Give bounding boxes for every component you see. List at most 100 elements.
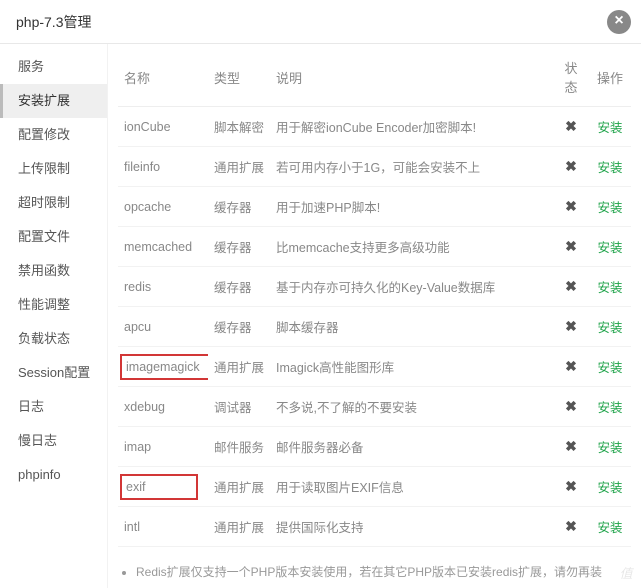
install-button[interactable]: 安装 — [597, 361, 622, 375]
note-item: Redis扩展仅支持一个PHP版本安装使用，若在其它PHP版本已安装redis扩… — [136, 561, 627, 584]
sidebar-item-label: Session配置 — [18, 365, 90, 380]
sidebar-item-11[interactable]: 慢日志 — [0, 424, 107, 458]
sidebar-item-label: 安装扩展 — [18, 93, 70, 108]
ext-name: opcache — [124, 200, 171, 214]
ext-name: exif — [120, 474, 198, 500]
modal-title: php-7.3管理 — [16, 14, 91, 30]
sidebar-item-label: 禁用函数 — [18, 263, 70, 278]
ext-desc: 用于解密ionCube Encoder加密脚本! — [270, 107, 553, 147]
x-icon: ✖ — [565, 438, 577, 454]
sidebar-item-label: 日志 — [18, 399, 44, 414]
ext-desc: 比memcache支持更多高级功能 — [270, 227, 553, 267]
sidebar-item-1[interactable]: 安装扩展 — [0, 84, 107, 118]
ext-type: 邮件服务 — [208, 427, 270, 467]
x-icon: ✖ — [565, 238, 577, 254]
ext-desc: 用于加速PHP脚本! — [270, 187, 553, 227]
table-row: redis 缓存器基于内存亦可持久化的Key-Value数据库 ✖ 安装 — [118, 267, 631, 307]
ext-desc: 脚本缓存器 — [270, 307, 553, 347]
x-icon: ✖ — [565, 158, 577, 174]
sidebar-item-5[interactable]: 配置文件 — [0, 220, 107, 254]
install-button[interactable]: 安装 — [597, 321, 622, 335]
sidebar-item-label: 慢日志 — [18, 433, 57, 448]
sidebar-item-label: 性能调整 — [18, 297, 70, 312]
close-icon[interactable]: × — [607, 10, 631, 34]
table-row: imap 邮件服务邮件服务器必备 ✖ 安装 — [118, 427, 631, 467]
install-button[interactable]: 安装 — [597, 481, 622, 495]
sidebar: 服务安装扩展配置修改上传限制超时限制配置文件禁用函数性能调整负载状态 Sessio… — [0, 44, 108, 588]
table-row: fileinfo 通用扩展若可用内存小于1G，可能会安装不上 ✖ 安装 — [118, 147, 631, 187]
ext-name: ionCube — [124, 120, 171, 134]
ext-type: 缓存器 — [208, 227, 270, 267]
main-panel: 名称 类型 说明 状态 操作 ionCube 脚本解密用于解密ionCube En… — [108, 44, 641, 588]
install-button[interactable]: 安装 — [597, 121, 622, 135]
ext-type: 通用扩展 — [208, 147, 270, 187]
x-icon: ✖ — [565, 478, 577, 494]
install-button[interactable]: 安装 — [597, 241, 622, 255]
ext-type: 通用扩展 — [208, 467, 270, 507]
ext-name: redis — [124, 280, 151, 294]
sidebar-item-label: 上传限制 — [18, 161, 70, 176]
th-name: 名称 — [118, 44, 208, 107]
x-icon: ✖ — [565, 118, 577, 134]
install-button[interactable]: 安装 — [597, 521, 622, 535]
ext-desc: 用于读取图片EXIF信息 — [270, 467, 553, 507]
x-icon: ✖ — [565, 278, 577, 294]
sidebar-item-label: 服务 — [18, 59, 44, 74]
x-icon: ✖ — [565, 358, 577, 374]
sidebar-item-12[interactable]: phpinfo — [0, 458, 107, 492]
th-desc: 说明 — [270, 44, 553, 107]
php-manage-modal: php-7.3管理 × 服务安装扩展配置修改上传限制超时限制配置文件禁用函数性能… — [0, 0, 641, 588]
th-action: 操作 — [589, 44, 631, 107]
ext-name: fileinfo — [124, 160, 160, 174]
install-button[interactable]: 安装 — [597, 161, 622, 175]
install-button[interactable]: 安装 — [597, 281, 622, 295]
sidebar-item-3[interactable]: 上传限制 — [0, 152, 107, 186]
sidebar-item-6[interactable]: 禁用函数 — [0, 254, 107, 288]
sidebar-item-10[interactable]: 日志 — [0, 390, 107, 424]
x-icon: ✖ — [565, 318, 577, 334]
table-row: xdebug调试器不多说,不了解的不要安装✖安装 — [118, 387, 631, 427]
sidebar-item-label: 配置修改 — [18, 127, 70, 142]
table-row: exif 通用扩展用于读取图片EXIF信息 ✖ 安装 — [118, 467, 631, 507]
table-row: memcached 缓存器比memcache支持更多高级功能 ✖ 安装 — [118, 227, 631, 267]
ext-name: apcu — [124, 320, 151, 334]
sidebar-item-2[interactable]: 配置修改 — [0, 118, 107, 152]
sidebar-item-9[interactable]: Session配置 — [0, 356, 107, 390]
ext-name: imap — [124, 440, 151, 454]
ext-desc: 基于内存亦可持久化的Key-Value数据库 — [270, 267, 553, 307]
ext-desc: 提供国际化支持 — [270, 507, 553, 547]
install-button[interactable]: 安装 — [597, 201, 622, 215]
ext-desc: 若可用内存小于1G，可能会安装不上 — [270, 147, 553, 187]
ext-name: intl — [124, 520, 140, 534]
sidebar-item-8[interactable]: 负载状态 — [0, 322, 107, 356]
sidebar-item-label: 配置文件 — [18, 229, 70, 244]
sidebar-item-7[interactable]: 性能调整 — [0, 288, 107, 322]
ext-type: 调试器 — [208, 387, 270, 427]
ext-type: 通用扩展 — [208, 507, 270, 547]
table-row: ionCube 脚本解密用于解密ionCube Encoder加密脚本! ✖ 安装 — [118, 107, 631, 147]
install-button[interactable]: 安装 — [597, 441, 622, 455]
table-row: imagemagick通用扩展Imagick高性能图形库✖安装 — [118, 347, 631, 387]
ext-type: 缓存器 — [208, 267, 270, 307]
table-row: apcu 缓存器脚本缓存器 ✖ 安装 — [118, 307, 631, 347]
sidebar-item-label: phpinfo — [18, 467, 61, 482]
sidebar-item-4[interactable]: 超时限制 — [0, 186, 107, 220]
th-status: 状态 — [553, 44, 589, 107]
ext-type: 缓存器 — [208, 307, 270, 347]
install-button[interactable]: 安装 — [597, 401, 622, 415]
ext-desc: 邮件服务器必备 — [270, 427, 553, 467]
x-icon: ✖ — [565, 518, 577, 534]
x-icon: ✖ — [565, 398, 577, 414]
sidebar-item-0[interactable]: 服务 — [0, 50, 107, 84]
titlebar: php-7.3管理 × — [0, 0, 641, 44]
th-type: 类型 — [208, 44, 270, 107]
ext-type: 缓存器 — [208, 187, 270, 227]
ext-desc: Imagick高性能图形库 — [270, 347, 553, 387]
ext-type: 脚本解密 — [208, 107, 270, 147]
ext-name: imagemagick — [120, 354, 208, 380]
table-row: opcache缓存器用于加速PHP脚本!✖安装 — [118, 187, 631, 227]
notes-list: Redis扩展仅支持一个PHP版本安装使用，若在其它PHP版本已安装redis扩… — [122, 561, 627, 588]
table-row: intl 通用扩展提供国际化支持 ✖ 安装 — [118, 507, 631, 547]
sidebar-item-label: 超时限制 — [18, 195, 70, 210]
ext-name: memcached — [124, 240, 192, 254]
